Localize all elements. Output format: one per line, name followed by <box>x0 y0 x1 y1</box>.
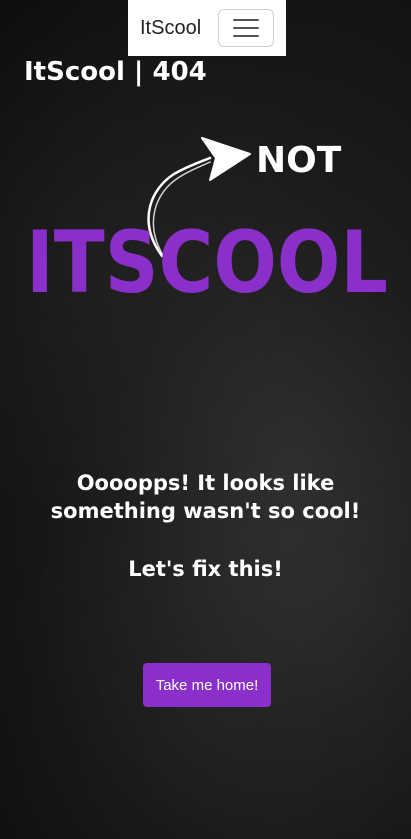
error-message-line-2: something wasn't so cool! <box>50 499 361 523</box>
hamburger-menu-icon <box>233 19 259 21</box>
logo-not-text: NOT <box>256 140 342 181</box>
navbar-toggle-button[interactable] <box>218 9 274 47</box>
navbar-brand[interactable]: ItScool <box>140 16 201 40</box>
chalkboard-background <box>0 0 411 839</box>
page-title: ItScool | 404 <box>24 57 207 87</box>
navbar: ItScool <box>128 0 286 56</box>
error-message-line-1: Oooopps! It looks like <box>76 471 335 495</box>
error-message: Oooopps! It looks like something wasn't … <box>20 469 391 525</box>
itscool-not-logo: NOT ITSCOOL <box>26 137 388 302</box>
take-me-home-button[interactable]: Take me home! <box>143 663 271 707</box>
fix-subline: Let's fix this! <box>128 557 283 581</box>
logo-itscool-text: ITSCOOL <box>26 213 388 302</box>
